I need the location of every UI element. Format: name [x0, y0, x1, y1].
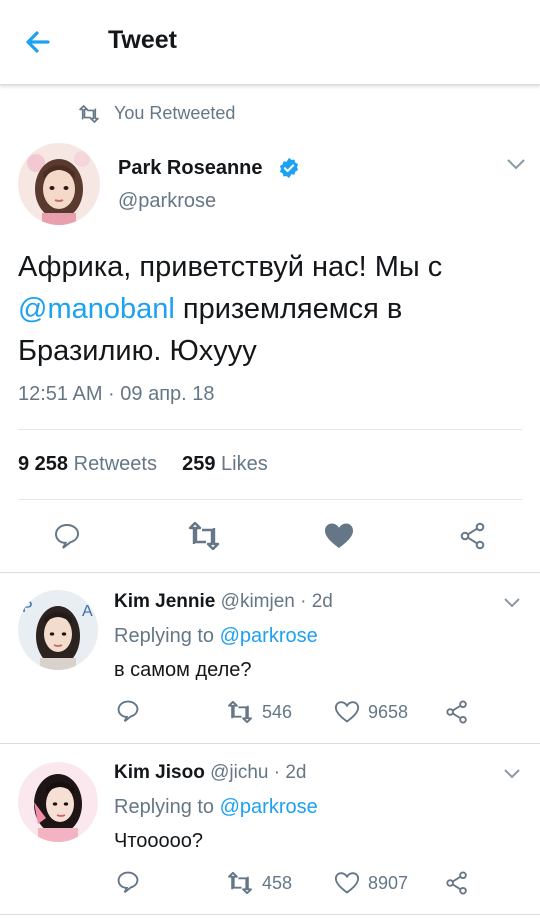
likes-stat[interactable]: 259 Likes [182, 453, 268, 475]
retweet-icon [79, 104, 99, 123]
likes-count: 259 [182, 453, 216, 475]
reply-retweet-count: 546 [262, 701, 293, 722]
reply-like-count: 9658 [368, 701, 409, 722]
reply-header: Kim Jisoo @jichu · 2d [114, 762, 306, 784]
verified-badge-icon [278, 157, 300, 184]
share-icon[interactable] [459, 522, 487, 555]
page-title: Tweet [108, 26, 177, 54]
separator [0, 914, 540, 915]
reply-handle-time: @kimjen · 2d [215, 591, 333, 612]
chevron-down-icon[interactable] [503, 767, 521, 785]
retweet-banner-text: You Retweeted [114, 103, 236, 123]
likes-label: Likes [215, 453, 268, 475]
separator [0, 743, 540, 744]
reply-icon[interactable] [116, 699, 140, 728]
reply-avatar[interactable] [18, 762, 98, 842]
retweet-icon [228, 872, 252, 894]
reply-icon[interactable] [116, 870, 140, 899]
replying-prefix: Replying to [114, 625, 220, 647]
share-icon[interactable] [445, 700, 469, 729]
author-avatar[interactable] [18, 143, 100, 225]
replying-mention[interactable]: @parkrose [220, 796, 318, 818]
tweet-text-part-1: Африка, приветствуй нас! Мы с [18, 251, 443, 283]
reply-retweet-action[interactable]: 546 [226, 701, 292, 723]
reply-text: Чтооооо? [114, 830, 204, 852]
tweet-timestamp: 12:51 AM · 09 апр. 18 [18, 383, 215, 405]
retweet-icon[interactable] [187, 521, 221, 555]
chevron-down-icon[interactable] [506, 157, 526, 176]
heart-icon[interactable] [324, 522, 354, 555]
reply-retweet-count: 458 [262, 872, 293, 893]
retweet-icon [228, 701, 252, 723]
heart-icon [334, 701, 360, 723]
svg-text:P: P [22, 599, 33, 616]
replying-prefix: Replying to [114, 796, 220, 818]
author-name[interactable]: Park Roseanne [118, 157, 263, 180]
divider [18, 429, 522, 430]
reply-author-name[interactable]: Kim Jennie [114, 591, 215, 612]
tweet-stats: 9 258 Retweets 259 Likes [18, 453, 268, 476]
retweet-banner: You Retweeted [78, 103, 235, 124]
reply-handle-time: @jichu · 2d [204, 762, 307, 783]
reply-like-count: 8907 [368, 872, 409, 893]
tweet-text: Африка, приветствуй нас! Мы с @manobanl п… [18, 246, 528, 372]
back-arrow-icon[interactable] [22, 26, 62, 58]
retweets-count: 9 258 [18, 453, 69, 475]
reply-like-action[interactable]: 9658 [334, 700, 408, 724]
reply-author-name[interactable]: Kim Jisoo [114, 762, 205, 783]
reply-icon[interactable] [53, 522, 81, 555]
retweets-stat[interactable]: 9 258 Retweets [18, 453, 157, 475]
reply-avatar[interactable]: P A [18, 590, 98, 670]
reply-like-action[interactable]: 8907 [334, 871, 408, 895]
replying-to: Replying to @parkrose [114, 796, 318, 819]
share-icon[interactable] [445, 871, 469, 900]
reply-header: Kim Jennie @kimjen · 2d [114, 591, 333, 613]
author-handle[interactable]: @parkrose [118, 190, 216, 213]
separator [0, 572, 540, 573]
mention-link[interactable]: @manobanl [18, 293, 175, 325]
reply-retweet-action[interactable]: 458 [226, 872, 292, 894]
replying-mention[interactable]: @parkrose [220, 625, 318, 647]
divider [18, 499, 522, 500]
reply-text: в самом деле? [114, 659, 252, 681]
svg-text:A: A [82, 603, 93, 620]
top-bar: Tweet [0, 0, 540, 85]
heart-icon [334, 872, 360, 894]
replying-to: Replying to @parkrose [114, 625, 318, 648]
chevron-down-icon[interactable] [503, 596, 521, 614]
retweets-label: Retweets [68, 453, 157, 475]
